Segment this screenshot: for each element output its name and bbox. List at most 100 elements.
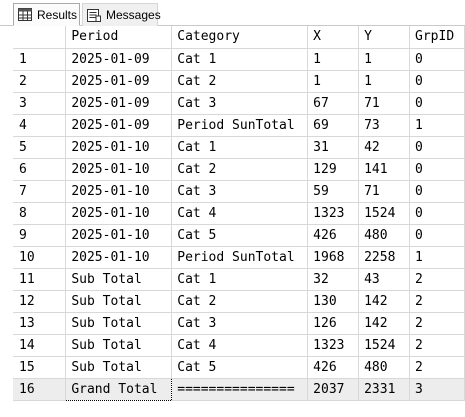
period-cell[interactable]: Sub Total	[65, 290, 173, 313]
y-cell[interactable]: 42	[358, 136, 411, 159]
table-row[interactable]: 12 Sub Total Cat 2 130 142 2	[13, 290, 465, 313]
y-cell[interactable]: 1	[358, 70, 411, 93]
table-row[interactable]: 16 Grand Total =============== 2037 2331 3	[13, 377, 465, 401]
row-number[interactable]: 5	[13, 136, 67, 159]
table-row[interactable]: 6 2025-01-10 Cat 2 129 141 0	[13, 158, 465, 181]
category-cell[interactable]: Cat 4	[171, 202, 309, 225]
table-row[interactable]: 11 Sub Total Cat 1 32 43 2	[13, 268, 465, 291]
grpid-cell[interactable]: 0	[409, 158, 465, 181]
row-number[interactable]: 1	[13, 48, 67, 71]
category-cell[interactable]: Cat 3	[171, 312, 309, 335]
row-number[interactable]: 14	[13, 334, 67, 357]
grpid-cell[interactable]: 3	[409, 378, 465, 401]
x-cell[interactable]: 59	[307, 180, 360, 203]
category-cell[interactable]: Period SunTotal	[171, 114, 309, 137]
period-cell[interactable]: 2025-01-10	[65, 180, 173, 203]
x-cell[interactable]: 67	[307, 92, 360, 115]
grpid-cell[interactable]: 0	[409, 202, 465, 225]
grpid-cell[interactable]: 0	[409, 48, 465, 71]
grpid-cell[interactable]: 2	[409, 290, 465, 313]
category-cell[interactable]: Cat 5	[171, 356, 309, 379]
table-row[interactable]: 9 2025-01-10 Cat 5 426 480 0	[13, 224, 465, 247]
category-cell[interactable]: Period SunTotal	[171, 246, 309, 269]
x-cell[interactable]: 1323	[307, 334, 360, 357]
x-cell[interactable]: 31	[307, 136, 360, 159]
y-cell[interactable]: 141	[358, 158, 411, 181]
grpid-cell[interactable]: 0	[409, 136, 465, 159]
y-cell[interactable]: 2258	[358, 246, 411, 269]
x-cell[interactable]: 426	[307, 224, 360, 247]
x-cell[interactable]: 1968	[307, 246, 360, 269]
y-cell[interactable]: 480	[358, 356, 411, 379]
y-header[interactable]: Y	[358, 26, 411, 49]
period-cell[interactable]: 2025-01-10	[65, 224, 173, 247]
table-row[interactable]: 2 2025-01-09 Cat 2110	[13, 70, 465, 93]
row-number[interactable]: 16	[13, 378, 67, 401]
row-number[interactable]: 8	[13, 202, 67, 225]
y-cell[interactable]: 71	[358, 92, 411, 115]
y-cell[interactable]: 1524	[358, 202, 411, 225]
period-cell[interactable]: 2025-01-10	[65, 246, 173, 269]
row-number[interactable]: 7	[13, 180, 67, 203]
category-cell[interactable]: Cat 3	[171, 180, 309, 203]
period-cell[interactable]: Sub Total	[65, 334, 173, 357]
category-cell[interactable]: Cat 4	[171, 334, 309, 357]
y-cell[interactable]: 142	[358, 290, 411, 313]
category-cell[interactable]: ===============	[171, 378, 309, 401]
grpid-cell[interactable]: 0	[409, 224, 465, 247]
grpid-cell[interactable]: 2	[409, 268, 465, 291]
grpid-cell[interactable]: 2	[409, 334, 465, 357]
grpid-header[interactable]: GrpID	[409, 26, 465, 49]
y-cell[interactable]: 1524	[358, 334, 411, 357]
row-number[interactable]: 2	[13, 70, 67, 93]
category-cell[interactable]: Cat 1	[171, 48, 309, 71]
x-cell[interactable]: 32	[307, 268, 360, 291]
table-row[interactable]: 5 2025-01-10 Cat 1 31 42 0	[13, 136, 465, 159]
period-cell[interactable]: Sub Total	[65, 356, 173, 379]
y-cell[interactable]: 480	[358, 224, 411, 247]
y-cell[interactable]: 73	[358, 114, 411, 137]
table-row[interactable]: 13 Sub Total Cat 3 126 142 2	[13, 312, 465, 335]
period-cell[interactable]: 2025-01-09	[65, 70, 173, 93]
period-cell[interactable]: Sub Total	[65, 268, 173, 291]
grpid-cell[interactable]: 0	[409, 70, 465, 93]
grpid-cell[interactable]: 2	[409, 356, 465, 379]
grpid-cell[interactable]: 1	[409, 246, 465, 269]
row-number[interactable]: 10	[13, 246, 67, 269]
y-cell[interactable]: 43	[358, 268, 411, 291]
category-cell[interactable]: Cat 1	[171, 268, 309, 291]
period-cell[interactable]: 2025-01-09	[65, 114, 173, 137]
period-cell[interactable]: 2025-01-09	[65, 48, 173, 71]
period-header[interactable]: Period	[65, 26, 173, 49]
grpid-cell[interactable]: 0	[409, 92, 465, 115]
x-cell[interactable]: 130	[307, 290, 360, 313]
tab-messages[interactable]: Messages	[82, 3, 161, 26]
x-cell[interactable]: 426	[307, 356, 360, 379]
category-cell[interactable]: Cat 3	[171, 92, 309, 115]
category-cell[interactable]: Cat 2	[171, 290, 309, 313]
category-cell[interactable]: Cat 1	[171, 136, 309, 159]
category-cell[interactable]: Cat 2	[171, 70, 309, 93]
row-number-header[interactable]	[13, 26, 67, 49]
y-cell[interactable]: 1	[358, 48, 411, 71]
table-row[interactable]: 8 2025-01-10 Cat 4 1323 1524 0	[13, 202, 465, 225]
period-cell[interactable]: 2025-01-09	[65, 92, 173, 115]
results-grid[interactable]: Period Category X Y GrpID 1 2025-01-09 Cat 111…	[13, 26, 465, 417]
table-row[interactable]: 14 Sub Total Cat 4 1323 1524 2	[13, 334, 465, 357]
y-cell[interactable]: 2331	[358, 378, 411, 401]
x-cell[interactable]: 2037	[307, 378, 360, 401]
table-row[interactable]: 15 Sub Total Cat 5 426 480 2	[13, 356, 465, 379]
y-cell[interactable]: 142	[358, 312, 411, 335]
row-number[interactable]: 3	[13, 92, 67, 115]
table-row[interactable]: 10 2025-01-10 Period SunTotal 1968 2258 1	[13, 246, 465, 269]
period-cell[interactable]: 2025-01-10	[65, 136, 173, 159]
grpid-cell[interactable]: 2	[409, 312, 465, 335]
table-row[interactable]: 7 2025-01-10 Cat 3 59 71 0	[13, 180, 465, 203]
grpid-cell[interactable]: 1	[409, 114, 465, 137]
period-cell[interactable]: 2025-01-10	[65, 158, 173, 181]
category-header[interactable]: Category	[171, 26, 309, 49]
y-cell[interactable]: 71	[358, 180, 411, 203]
row-number[interactable]: 11	[13, 268, 67, 291]
x-cell[interactable]: 1	[307, 48, 360, 71]
row-number[interactable]: 12	[13, 290, 67, 313]
